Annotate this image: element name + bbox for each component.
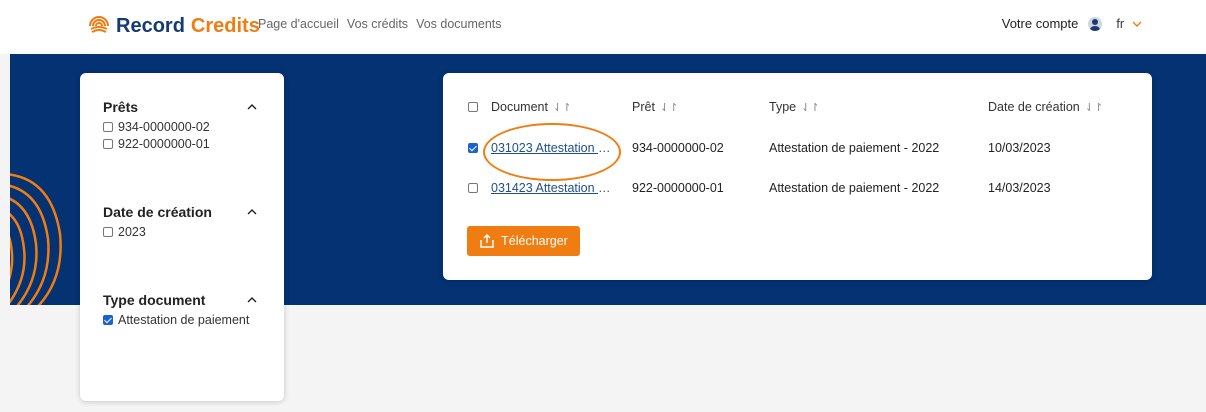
checkbox-checked[interactable]	[103, 315, 113, 325]
checkbox[interactable]	[103, 139, 113, 149]
document-link[interactable]: 031423 Attestation de paiement	[491, 181, 616, 195]
document-type: Attestation de paiement - 2022	[769, 181, 940, 195]
chevron-down-icon[interactable]	[1132, 19, 1142, 29]
filter-type-header[interactable]: Type document	[103, 292, 273, 308]
download-button-label: Télécharger	[501, 234, 568, 248]
filter-loan-option-label: 922-0000000-01	[118, 137, 210, 151]
account-label[interactable]: Votre compte	[1002, 16, 1079, 31]
sort-icon[interactable]: ⇃↾	[801, 101, 819, 114]
column-header-document-label: Document	[491, 100, 548, 114]
filter-loan-option[interactable]: 934-0000000-02	[103, 120, 273, 134]
row-checkbox[interactable]	[468, 183, 478, 193]
account-menu: Votre compte fr	[1002, 16, 1142, 31]
filter-date-option-label: 2023	[118, 225, 146, 239]
language-selector[interactable]: fr	[1116, 17, 1124, 31]
brand-record-text: Record	[116, 14, 185, 37]
nav-home[interactable]: Page d'accueil	[258, 17, 339, 31]
creation-date: 10/03/2023	[988, 141, 1051, 155]
filter-type-option-label: Attestation de paiement	[118, 313, 250, 327]
chevron-up-icon[interactable]	[247, 208, 257, 216]
sort-icon[interactable]: ⇃↾	[660, 101, 678, 114]
filter-date-header[interactable]: Date de création	[103, 204, 273, 220]
filter-type-title: Type document	[103, 292, 206, 308]
download-button[interactable]: Télécharger	[467, 226, 580, 256]
filters-panel: Prêts 934-0000000-02 922-0000000-01 Date…	[80, 73, 284, 401]
filter-loan-option[interactable]: 922-0000000-01	[103, 137, 273, 151]
column-header-date-label: Date de création	[988, 100, 1080, 114]
sort-icon[interactable]: ⇃↾	[1085, 101, 1103, 114]
document-type: Attestation de paiement - 2022	[769, 141, 940, 155]
annotation-circle	[483, 123, 621, 181]
column-header-loan[interactable]: Prêt ⇃↾	[632, 100, 678, 114]
column-header-loan-label: Prêt	[632, 100, 655, 114]
filter-type-option[interactable]: Attestation de paiement	[103, 313, 273, 327]
checkbox[interactable]	[103, 122, 113, 132]
nav-documents[interactable]: Vos documents	[416, 17, 501, 31]
user-avatar-icon[interactable]	[1088, 16, 1103, 31]
filter-loans-header[interactable]: Prêts	[103, 99, 273, 115]
filter-date-option[interactable]: 2023	[103, 225, 273, 239]
brand-logo[interactable]: Record Credits	[88, 12, 260, 40]
upload-tray-icon	[480, 233, 494, 248]
chevron-up-icon[interactable]	[247, 103, 257, 111]
sort-icon[interactable]: ⇃↾	[553, 101, 571, 114]
filter-date-title: Date de création	[103, 204, 212, 220]
column-header-type[interactable]: Type ⇃↾	[769, 100, 820, 114]
row-checkbox-checked[interactable]	[468, 143, 478, 153]
filter-type: Type document Attestation de paiement	[103, 292, 273, 327]
brand-credits-text: Credits	[190, 14, 260, 37]
main-nav: Page d'accueil Vos crédits Vos documents	[258, 17, 502, 31]
fingerprint-logo-icon	[89, 16, 109, 33]
fingerprint-decoration-icon	[10, 173, 62, 305]
column-header-type-label: Type	[769, 100, 797, 114]
checkbox[interactable]	[103, 227, 113, 237]
creation-date: 14/03/2023	[988, 181, 1051, 195]
nav-credits[interactable]: Vos crédits	[347, 17, 408, 31]
filter-date: Date de création 2023	[103, 204, 273, 239]
loan-number: 922-0000000-01	[632, 181, 724, 195]
filter-loan-option-label: 934-0000000-02	[118, 120, 210, 134]
chevron-up-icon[interactable]	[247, 296, 257, 304]
select-all-checkbox[interactable]	[468, 102, 478, 112]
column-header-document[interactable]: Document ⇃↾	[491, 100, 571, 114]
filter-loans: Prêts 934-0000000-02 922-0000000-01	[103, 99, 273, 151]
top-navigation-bar: Record Credits Page d'accueil Vos crédit…	[0, 0, 1206, 54]
filter-loans-title: Prêts	[103, 99, 139, 115]
column-header-date[interactable]: Date de création ⇃↾	[988, 100, 1103, 114]
loan-number: 934-0000000-02	[632, 141, 724, 155]
